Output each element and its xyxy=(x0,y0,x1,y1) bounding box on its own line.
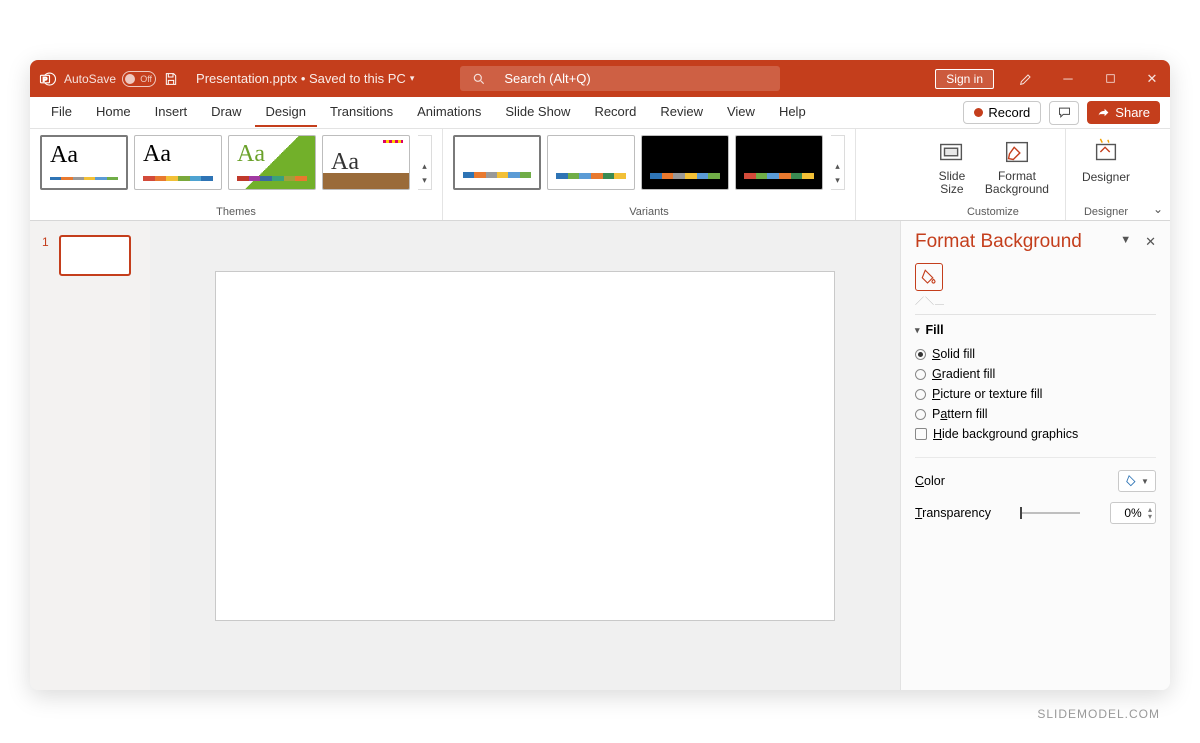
customize-group: Slide Size Format Background Customize xyxy=(921,129,1066,220)
format-panel-title: Format Background xyxy=(915,231,1082,253)
color-picker-button[interactable]: ▼ xyxy=(1118,470,1156,492)
format-background-panel: Format Background ▼ ✕ ／＼＿ ▾ Fill Solid f… xyxy=(900,221,1170,690)
transparency-label: Transparency xyxy=(915,506,991,520)
slide-number: 1 xyxy=(42,235,49,249)
comments-button[interactable] xyxy=(1049,101,1079,125)
save-icon[interactable] xyxy=(162,70,180,88)
pen-icon[interactable] xyxy=(1016,69,1036,89)
designer-label: Designer xyxy=(1084,206,1128,218)
slide-canvas[interactable] xyxy=(215,271,835,621)
fill-tab-icon[interactable] xyxy=(915,263,943,291)
transparency-slider[interactable] xyxy=(1020,512,1080,514)
tab-draw[interactable]: Draw xyxy=(200,98,252,127)
app-window: P AutoSave Off Presentation.pptx • Saved… xyxy=(30,60,1170,690)
theme-thumb-1[interactable]: Aa xyxy=(40,135,128,190)
workspace: 1 Format Background ▼ ✕ ／＼＿ ▾ Fill xyxy=(30,221,1170,690)
tab-transitions[interactable]: Transitions xyxy=(319,98,404,127)
maximize-button[interactable] xyxy=(1100,69,1120,89)
panel-close-button[interactable]: ✕ xyxy=(1145,234,1156,250)
autosave-toggle[interactable]: AutoSave Off xyxy=(64,71,156,87)
solid-fill-radio[interactable]: Solid fill xyxy=(915,347,1156,361)
autosave-label: AutoSave xyxy=(64,72,116,86)
variant-4[interactable] xyxy=(735,135,823,190)
watermark: SLIDEMODEL.COM xyxy=(1037,707,1160,721)
powerpoint-icon: P xyxy=(38,69,58,89)
format-background-button[interactable]: Format Background xyxy=(979,135,1055,198)
tab-home[interactable]: Home xyxy=(85,98,142,127)
canvas-area xyxy=(150,221,900,690)
tab-slideshow[interactable]: Slide Show xyxy=(494,98,581,127)
transparency-value-input[interactable]: 0%▴▾ xyxy=(1110,502,1156,524)
variant-2[interactable] xyxy=(547,135,635,190)
variant-3[interactable] xyxy=(641,135,729,190)
tab-insert[interactable]: Insert xyxy=(144,98,199,127)
tab-record[interactable]: Record xyxy=(583,98,647,127)
tab-file[interactable]: File xyxy=(40,98,83,127)
tab-help[interactable]: Help xyxy=(768,98,817,127)
close-button[interactable]: ✕ xyxy=(1142,69,1162,89)
fill-section-header[interactable]: ▾ Fill xyxy=(915,323,1156,337)
theme-thumb-4[interactable]: Aa xyxy=(322,135,410,190)
themes-group: Aa Aa Aa Aa ▴▾ Themes xyxy=(30,129,443,220)
collapse-ribbon-button[interactable]: ⌄ xyxy=(1146,129,1170,220)
panel-options-button[interactable]: ▼ xyxy=(1120,234,1131,250)
ribbon-tabs: File Home Insert Draw Design Transitions… xyxy=(30,97,1170,129)
tab-view[interactable]: View xyxy=(716,98,766,127)
record-button[interactable]: Record xyxy=(963,101,1041,124)
theme-thumb-2[interactable]: Aa xyxy=(134,135,222,190)
gradient-fill-radio[interactable]: Gradient fill xyxy=(915,367,1156,381)
hide-bg-graphics-checkbox[interactable]: Hide background graphics xyxy=(915,427,1156,441)
tab-underline: ／＼＿ xyxy=(915,294,945,302)
search-input[interactable]: Search (Alt+Q) xyxy=(460,66,780,91)
color-label: Color xyxy=(915,474,945,488)
variant-1[interactable] xyxy=(453,135,541,190)
chevron-down-icon: ▾ xyxy=(915,325,920,336)
slide-size-button[interactable]: Slide Size xyxy=(931,135,973,198)
record-dot-icon xyxy=(974,108,983,117)
theme-thumb-3[interactable]: Aa xyxy=(228,135,316,190)
slide-navigator: 1 xyxy=(30,221,150,690)
designer-group: Designer Designer xyxy=(1066,129,1146,220)
ribbon-body: Aa Aa Aa Aa ▴▾ Themes xyxy=(30,129,1170,221)
slide-thumbnail-1[interactable] xyxy=(59,235,131,276)
customize-label: Customize xyxy=(967,206,1019,218)
tab-animations[interactable]: Animations xyxy=(406,98,492,127)
pattern-fill-radio[interactable]: Pattern fill xyxy=(915,407,1156,421)
search-placeholder: Search (Alt+Q) xyxy=(504,71,590,86)
variants-gallery-more[interactable]: ▴▾ xyxy=(831,135,845,190)
title-bar: P AutoSave Off Presentation.pptx • Saved… xyxy=(30,60,1170,97)
minimize-button[interactable]: ─ xyxy=(1058,69,1078,89)
variants-group: ▴▾ Variants xyxy=(443,129,856,220)
chevron-down-icon: ▾ xyxy=(410,73,415,84)
tab-review[interactable]: Review xyxy=(649,98,714,127)
document-title[interactable]: Presentation.pptx • Saved to this PC ▾ xyxy=(196,71,414,86)
variants-label: Variants xyxy=(629,206,669,218)
picture-fill-radio[interactable]: Picture or texture fill xyxy=(915,387,1156,401)
svg-text:P: P xyxy=(43,76,48,83)
themes-label: Themes xyxy=(216,206,256,218)
share-button[interactable]: Share xyxy=(1087,101,1160,124)
tab-design[interactable]: Design xyxy=(255,98,317,127)
themes-gallery-more[interactable]: ▴▾ xyxy=(418,135,432,190)
signin-button[interactable]: Sign in xyxy=(935,69,994,89)
designer-button[interactable]: Designer xyxy=(1076,135,1136,186)
